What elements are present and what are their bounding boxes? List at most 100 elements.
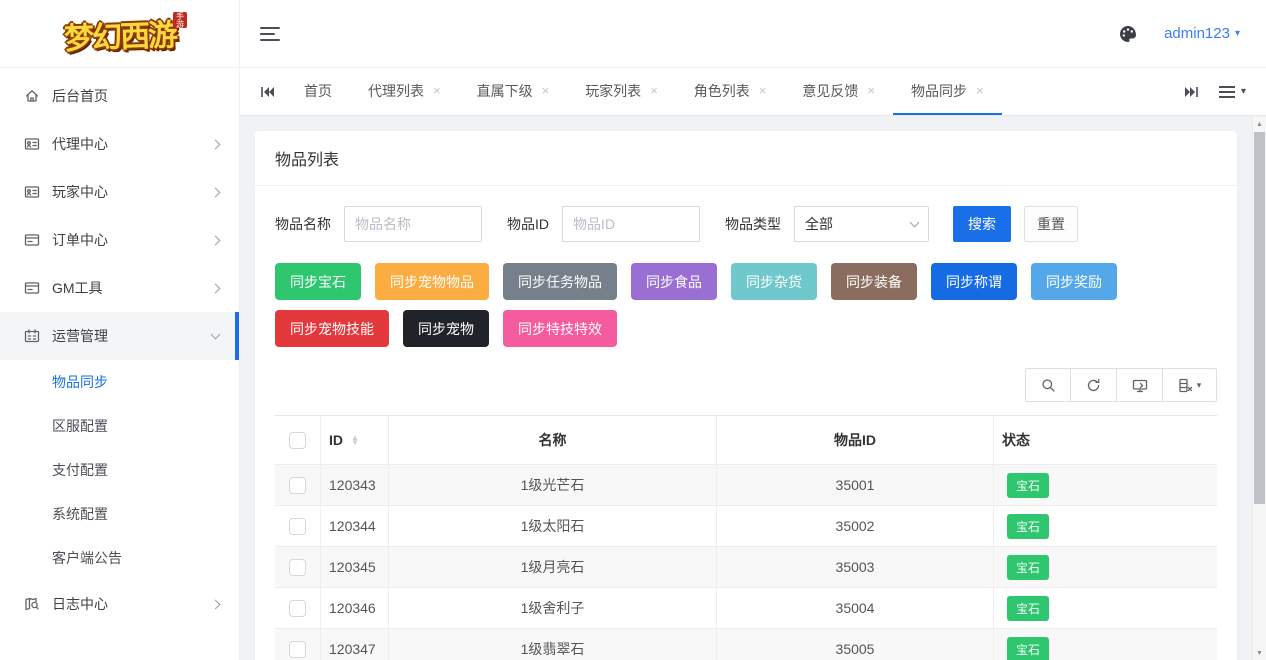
sidebar-toggle-button[interactable] [260, 23, 280, 45]
status-badge: 宝石 [1007, 637, 1049, 660]
theme-palette-icon[interactable] [1118, 24, 1138, 44]
tab-scroll-left-button[interactable] [250, 68, 286, 115]
logo[interactable]: 梦幻西游 手游 [0, 0, 239, 68]
row-checkbox[interactable] [289, 600, 306, 617]
sidebar-item-dashboard[interactable]: 后台首页 [0, 72, 239, 120]
select-value: 全部 [805, 214, 833, 234]
cell-status: 宝石 [994, 547, 1217, 587]
item-type-select[interactable]: 全部 [794, 206, 929, 242]
reset-button[interactable]: 重置 [1024, 206, 1078, 242]
sync-rewards-button[interactable]: 同步奖励 [1031, 263, 1117, 300]
table-row: 120343 1级光芒石 35001 宝石 [275, 465, 1217, 506]
cell-id: 120345 [321, 547, 389, 587]
sidebar-item-gm-tools[interactable]: GM工具 [0, 264, 239, 312]
close-icon[interactable]: × [433, 83, 441, 98]
caret-down-icon: ▾ [1235, 28, 1240, 39]
tab-player-list[interactable]: 玩家列表× [567, 68, 676, 115]
tab-item-sync[interactable]: 物品同步× [893, 68, 1002, 115]
username-text: admin123 [1164, 25, 1230, 42]
sidebar-item-player-center[interactable]: 玩家中心 [0, 168, 239, 216]
sync-sundries-button[interactable]: 同步杂货 [731, 263, 817, 300]
sidebar-subitem-item-sync[interactable]: 物品同步 [0, 360, 239, 404]
sync-special-effects-button[interactable]: 同步特技特效 [503, 310, 617, 347]
id-card-icon [24, 136, 40, 152]
tab-scroll-right-button[interactable] [1173, 68, 1209, 115]
sync-food-button[interactable]: 同步食品 [631, 263, 717, 300]
sidebar-subitem-payment-config[interactable]: 支付配置 [0, 448, 239, 492]
tab-options-menu[interactable]: ▾ [1209, 68, 1256, 115]
logo-text: 梦幻西游 [63, 10, 176, 58]
tab-feedback[interactable]: 意见反馈× [784, 68, 893, 115]
cell-name: 1级翡翠石 [389, 629, 717, 660]
table-columns-button[interactable]: ▾ [1163, 368, 1217, 402]
cell-name: 1级光芒石 [389, 465, 717, 505]
cell-item-id: 35001 [717, 465, 994, 505]
tab-home[interactable]: 首页 [286, 68, 350, 115]
table-row: 120344 1级太阳石 35002 宝石 [275, 506, 1217, 547]
cell-name: 1级太阳石 [389, 506, 717, 546]
cell-status: 宝石 [994, 465, 1217, 505]
caret-down-icon: ▾ [1241, 86, 1246, 97]
sync-pets-button[interactable]: 同步宠物 [403, 310, 489, 347]
scroll-down-arrow[interactable]: ▼ [1253, 646, 1266, 660]
caret-down-icon: ▾ [1197, 380, 1202, 391]
sync-quest-items-button[interactable]: 同步任务物品 [503, 263, 617, 300]
sidebar-subitem-server-config[interactable]: 区服配置 [0, 404, 239, 448]
rewind-icon [261, 86, 275, 98]
tab-role-list[interactable]: 角色列表× [676, 68, 785, 115]
search-button[interactable]: 搜索 [953, 206, 1011, 242]
sync-gems-button[interactable]: 同步宝石 [275, 263, 361, 300]
table-refresh-button[interactable] [1071, 368, 1117, 402]
scrollbar-thumb[interactable] [1254, 132, 1265, 504]
row-checkbox[interactable] [289, 559, 306, 576]
row-checkbox[interactable] [289, 477, 306, 494]
chevron-right-icon [211, 235, 221, 245]
fullscreen-icon [1132, 378, 1148, 393]
submenu-label: 物品同步 [52, 372, 108, 392]
close-icon[interactable]: × [976, 83, 984, 98]
sync-titles-button[interactable]: 同步称谓 [931, 263, 1017, 300]
sidebar-item-order-center[interactable]: 订单中心 [0, 216, 239, 264]
sidebar-item-label: GM工具 [52, 278, 212, 298]
sidebar-item-agent-center[interactable]: 代理中心 [0, 120, 239, 168]
sync-equipment-button[interactable]: 同步装备 [831, 263, 917, 300]
user-menu[interactable]: admin123 ▾ [1164, 25, 1240, 42]
submenu-label: 区服配置 [52, 416, 108, 436]
chevron-right-icon [211, 283, 221, 293]
id-card-icon [24, 184, 40, 200]
status-badge: 宝石 [1007, 596, 1049, 621]
sync-pet-items-button[interactable]: 同步宠物物品 [375, 263, 489, 300]
sync-pet-skills-button[interactable]: 同步宠物技能 [275, 310, 389, 347]
status-badge: 宝石 [1007, 514, 1049, 539]
row-checkbox[interactable] [289, 518, 306, 535]
item-id-input[interactable] [562, 206, 700, 242]
submenu-label: 客户端公告 [52, 548, 122, 568]
close-icon[interactable]: × [650, 83, 658, 98]
vertical-scrollbar[interactable]: ▲ ▼ [1252, 117, 1266, 660]
select-all-checkbox[interactable] [289, 432, 306, 449]
close-icon[interactable]: × [542, 83, 550, 98]
table-fullscreen-button[interactable] [1117, 368, 1163, 402]
sidebar-item-label: 运营管理 [52, 326, 212, 346]
item-name-input[interactable] [344, 206, 482, 242]
cell-status: 宝石 [994, 629, 1217, 660]
sidebar-submenu: 物品同步 区服配置 支付配置 系统配置 客户端公告 [0, 360, 239, 580]
row-checkbox[interactable] [289, 641, 306, 658]
filter-row: 物品名称 物品ID 物品类型 全部 搜索 重置 [255, 186, 1237, 242]
sidebar-item-operations[interactable]: 运营管理 [0, 312, 239, 360]
sort-icon[interactable]: ▲▼ [351, 435, 359, 445]
item-list-card: 物品列表 物品名称 物品ID 物品类型 全部 搜索 重置 同步宝石 [255, 131, 1237, 660]
close-icon[interactable]: × [759, 83, 767, 98]
sidebar-subitem-system-config[interactable]: 系统配置 [0, 492, 239, 536]
close-icon[interactable]: × [867, 83, 875, 98]
cell-item-id: 35003 [717, 547, 994, 587]
tab-label: 首页 [304, 81, 332, 101]
tab-direct-subordinates[interactable]: 直属下级× [459, 68, 568, 115]
card-title: 物品列表 [255, 131, 1237, 186]
sidebar-item-log-center[interactable]: 日志中心 [0, 580, 239, 628]
sidebar-subitem-client-announcement[interactable]: 客户端公告 [0, 536, 239, 580]
tab-agent-list[interactable]: 代理列表× [350, 68, 459, 115]
scroll-up-arrow[interactable]: ▲ [1253, 117, 1266, 131]
table-search-button[interactable] [1025, 368, 1071, 402]
header-id[interactable]: ID ▲▼ [321, 416, 389, 464]
